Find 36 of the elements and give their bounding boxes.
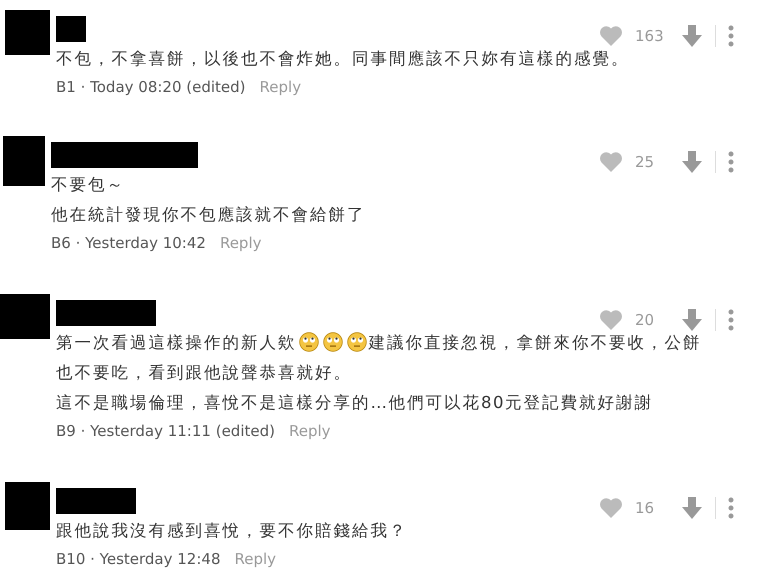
comment-text: 這不是職場倫理，喜悅不是這樣分享的…他們可以花80元登記費就好謝謝 bbox=[56, 393, 653, 412]
comment-text: 不包，不拿喜餅，以後也不會炸她。同事間應該不只妳有這樣的感覺。 bbox=[56, 49, 630, 68]
downvote-arrow-icon[interactable] bbox=[681, 150, 703, 174]
heart-icon[interactable] bbox=[599, 497, 623, 519]
heart-icon[interactable] bbox=[599, 151, 623, 173]
reply-link[interactable]: Reply bbox=[234, 550, 276, 568]
reply-link[interactable]: Reply bbox=[220, 234, 262, 252]
redacted-name bbox=[56, 16, 86, 42]
comment-meta: B9 · Yesterday 11:11 (edited) bbox=[56, 422, 275, 440]
like-count: 16 bbox=[635, 499, 656, 517]
eye-roll-emoji-icon bbox=[322, 332, 342, 352]
downvote-arrow-icon[interactable] bbox=[681, 24, 703, 48]
comment-text: 也不要吃，看到跟他說聲恭喜就好。 bbox=[56, 363, 352, 382]
more-options-icon[interactable] bbox=[728, 309, 734, 331]
comment-text: 他在統計發現你不包應該就不會給餅了 bbox=[51, 205, 366, 224]
heart-icon[interactable] bbox=[599, 309, 623, 331]
reply-link[interactable]: Reply bbox=[288, 422, 331, 440]
comment-meta: B10 · Yesterday 12:48 bbox=[56, 550, 220, 568]
heart-icon[interactable] bbox=[599, 25, 623, 47]
comment-meta: B6 · Yesterday 10:42 bbox=[51, 234, 206, 252]
like-count: 25 bbox=[635, 153, 656, 171]
more-options-icon[interactable] bbox=[728, 25, 734, 47]
comment-text: 第一次看過這樣操作的新人欸 bbox=[56, 333, 296, 352]
comment-text: 建議你直接忽視，拿餅來你不要收，公餅 bbox=[368, 333, 702, 352]
eye-roll-emoji-icon bbox=[298, 332, 318, 352]
more-options-icon[interactable] bbox=[728, 497, 734, 519]
comment-text: 跟他說我沒有感到喜悅，要不你賠錢給我？ bbox=[56, 521, 408, 540]
downvote-arrow-icon[interactable] bbox=[681, 308, 703, 332]
eye-roll-emoji-icon bbox=[346, 332, 366, 352]
like-count: 20 bbox=[635, 311, 656, 329]
downvote-arrow-icon[interactable] bbox=[681, 496, 703, 520]
more-options-icon[interactable] bbox=[728, 151, 734, 173]
reply-link[interactable]: Reply bbox=[260, 78, 302, 96]
comment-meta: B1 · Today 08:20 (edited) bbox=[56, 78, 246, 96]
like-count: 163 bbox=[635, 27, 665, 45]
comment-text: 不要包～ bbox=[51, 175, 125, 194]
